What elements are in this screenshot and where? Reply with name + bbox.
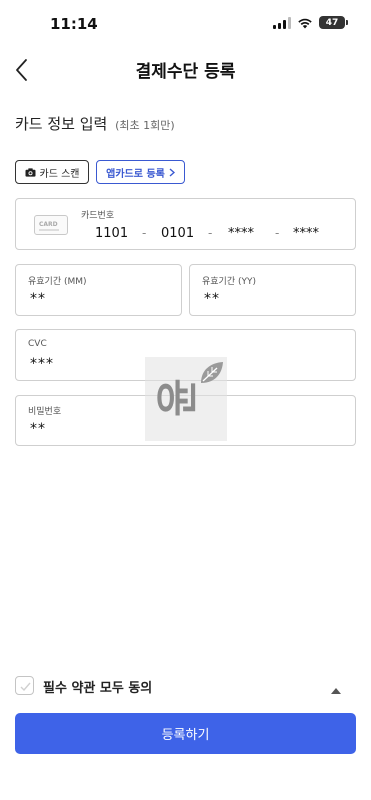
watermark-char: 윤 (152, 378, 202, 417)
appcard-register-label: 앱카드로 등록 (106, 168, 165, 180)
leaf-icon (201, 362, 223, 383)
card-icon-text: CARD (39, 221, 58, 228)
expiry-year-value: ** (204, 291, 220, 307)
battery-level: 47 (325, 17, 339, 28)
status-icons: 47 (273, 16, 348, 29)
cvc-value: *** (30, 356, 54, 372)
card-scan-button[interactable]: 카드 스캔 (15, 160, 89, 184)
status-bar: 11:14 47 (0, 0, 371, 46)
status-time: 11:14 (50, 15, 98, 33)
terms-expand-button[interactable] (330, 681, 342, 694)
card-scan-label: 카드 스캔 (39, 168, 80, 180)
section-title-text: 카드 정보 입력 (15, 115, 108, 133)
check-icon (20, 682, 31, 692)
agree-all-label[interactable]: 필수 약관 모두 동의 (43, 677, 152, 696)
card-number-separator: - (142, 226, 147, 240)
register-button[interactable]: 등록하기 (15, 713, 356, 754)
card-number-separator: - (275, 226, 280, 240)
register-button-label: 등록하기 (161, 728, 210, 743)
wifi-icon (298, 18, 312, 28)
cvc-label: CVC (28, 339, 47, 349)
expiry-year-field[interactable]: 유효기간 (YY) ** (189, 264, 356, 316)
password-label: 비밀번호 (28, 407, 62, 417)
card-number-label: 카드번호 (81, 211, 115, 221)
expiry-month-value: ** (30, 291, 46, 307)
card-number-segment-2: 0101 (161, 226, 195, 241)
card-icon: CARD (34, 215, 68, 235)
signal-icon (273, 16, 291, 29)
battery-icon: 47 (319, 16, 348, 29)
section-title: 카드 정보 입력 (최초 1회만) (15, 113, 175, 134)
appcard-register-button[interactable]: 앱카드로 등록 (96, 160, 185, 184)
password-value: ** (30, 421, 46, 437)
card-number-separator: - (208, 226, 213, 240)
page-title: 결제수단 등록 (135, 62, 236, 82)
card-number-segment-4: **** (293, 226, 319, 241)
header: 결제수단 등록 (0, 48, 371, 88)
chevron-right-icon (169, 167, 175, 177)
expiry-month-field[interactable]: 유효기간 (MM) ** (15, 264, 182, 316)
agree-all-checkbox[interactable] (15, 676, 34, 695)
card-number-segment-1: 1101 (95, 226, 129, 241)
expiry-year-label: 유효기간 (YY) (202, 277, 256, 287)
expiry-month-label: 유효기간 (MM) (28, 277, 87, 287)
card-number-segment-3: **** (228, 226, 254, 241)
triangle-up-icon (331, 688, 341, 694)
agreement-row: 필수 약관 모두 동의 (15, 676, 356, 696)
camera-icon (25, 167, 35, 177)
watermark: 윤 (145, 357, 227, 441)
card-number-field[interactable]: CARD 카드번호 1101 - 0101 - **** - **** (15, 198, 356, 250)
section-subtitle: (최초 1회만) (115, 119, 175, 132)
